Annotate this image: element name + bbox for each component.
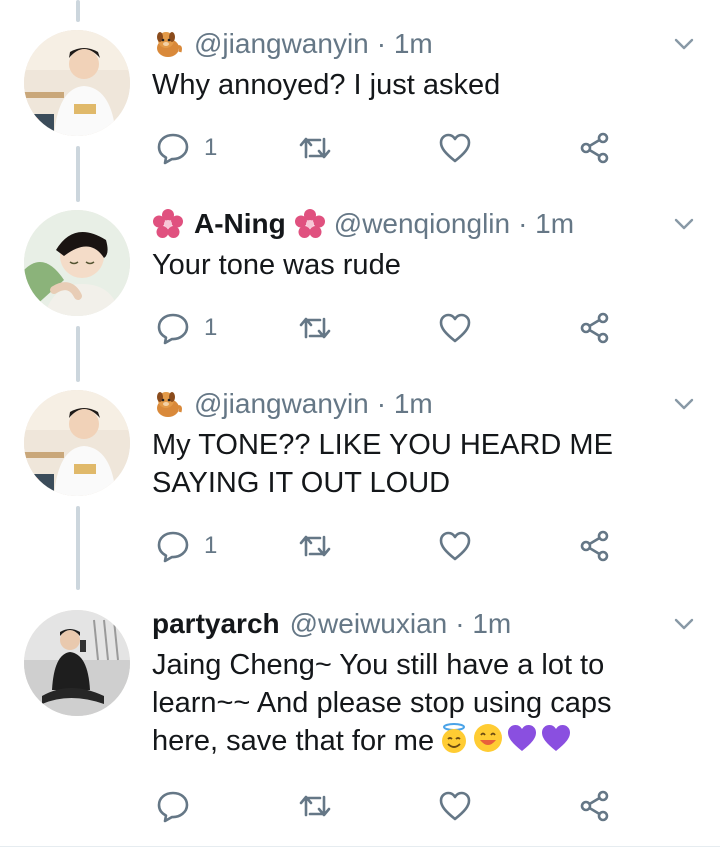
reply-button[interactable]: 1 (156, 308, 217, 348)
user-handle[interactable]: @weiwuxian (290, 608, 448, 640)
timestamp: · 1m (376, 28, 433, 59)
retweet-icon (299, 137, 331, 159)
user-handle[interactable]: @jiangwanyin (194, 28, 369, 60)
share-button[interactable] (578, 128, 612, 168)
tweet[interactable]: A-Ning @wenqionglin · 1m Your tone was r… (0, 206, 720, 376)
like-icon (439, 791, 471, 821)
user-handle[interactable]: @jiangwanyin (194, 388, 369, 420)
retweet-icon (299, 317, 331, 339)
smiling-face-emoji (474, 724, 503, 752)
reply-button[interactable] (156, 786, 190, 826)
share-button[interactable] (578, 786, 612, 826)
retweet-button[interactable] (298, 526, 332, 566)
tweet[interactable]: @jiangwanyin · 1m My TONE?? LIKE YOU HEA… (0, 386, 720, 586)
like-button[interactable] (438, 786, 472, 826)
tweet-text: Why annoyed? I just asked (152, 69, 501, 101)
chevron-down-icon[interactable] (672, 212, 696, 236)
tweet-actions (152, 786, 632, 826)
reply-icon (157, 133, 189, 165)
halo-face-emoji (442, 723, 467, 753)
tweet-header: @jiangwanyin · 1m (152, 386, 433, 422)
chevron-down-icon[interactable] (672, 32, 696, 56)
tweet-text: My TONE?? LIKE YOU HEARD ME SAYING IT OU… (152, 429, 613, 499)
retweet-button[interactable] (298, 786, 332, 826)
reply-count: 1 (204, 314, 218, 341)
cherry-blossom-emoji (294, 209, 325, 238)
tweet-actions: 1 (152, 128, 632, 168)
reply-icon (157, 531, 189, 563)
share-button[interactable] (578, 308, 612, 348)
retweet-button[interactable] (298, 308, 332, 348)
avatar[interactable] (24, 30, 130, 136)
purple-heart-emoji (542, 725, 571, 751)
thread-line (76, 0, 80, 22)
chevron-down-icon[interactable] (672, 612, 696, 636)
timestamp: · 1m (455, 608, 512, 639)
avatar[interactable] (24, 390, 130, 496)
display-name[interactable]: A-Ning (194, 208, 286, 240)
reply-button[interactable]: 1 (156, 526, 217, 566)
retweet-icon (299, 535, 331, 557)
like-icon (439, 133, 471, 163)
share-icon (580, 530, 609, 562)
user-handle[interactable]: @wenqionglin (334, 208, 510, 240)
timestamp: · 1m (518, 208, 575, 239)
dog-emoji (157, 32, 182, 57)
chevron-down-icon[interactable] (672, 392, 696, 416)
tweet-header: A-Ning @wenqionglin · 1m (152, 206, 574, 242)
like-button[interactable] (438, 526, 472, 566)
emoji-group (438, 722, 572, 754)
tweet-header: @jiangwanyin · 1m (152, 26, 433, 62)
tweet-actions: 1 (152, 308, 632, 348)
tweet[interactable]: @jiangwanyin · 1m Why annoyed? I just as… (0, 26, 720, 196)
avatar[interactable] (24, 210, 130, 316)
display-name[interactable]: partyarch (152, 608, 280, 640)
tweet-header: partyarch @weiwuxian · 1m (152, 606, 511, 642)
dog-emoji (157, 392, 182, 417)
retweet-button[interactable] (298, 128, 332, 168)
tweet[interactable]: partyarch @weiwuxian · 1m Jaing Cheng~ Y… (0, 606, 720, 836)
share-icon (580, 132, 609, 164)
cherry-blossom-emoji (153, 209, 183, 238)
tweet-text: Jaing Cheng~ You still have a lot to lea… (152, 646, 652, 760)
timestamp: · 1m (376, 388, 433, 419)
share-icon (580, 790, 609, 822)
like-icon (439, 531, 471, 561)
like-icon (439, 313, 471, 343)
reply-icon (157, 791, 189, 823)
avatar[interactable] (24, 610, 130, 716)
like-button[interactable] (438, 128, 472, 168)
retweet-icon (299, 795, 331, 817)
tweet-actions: 1 (152, 526, 632, 566)
share-button[interactable] (578, 526, 612, 566)
divider (0, 846, 720, 847)
like-button[interactable] (438, 308, 472, 348)
share-icon (580, 312, 609, 344)
reply-button[interactable]: 1 (156, 128, 217, 168)
tweet-text: Your tone was rude (152, 249, 401, 281)
purple-heart-emoji (508, 725, 537, 751)
reply-count: 1 (204, 134, 218, 161)
reply-icon (157, 313, 189, 345)
reply-count: 1 (204, 532, 218, 559)
